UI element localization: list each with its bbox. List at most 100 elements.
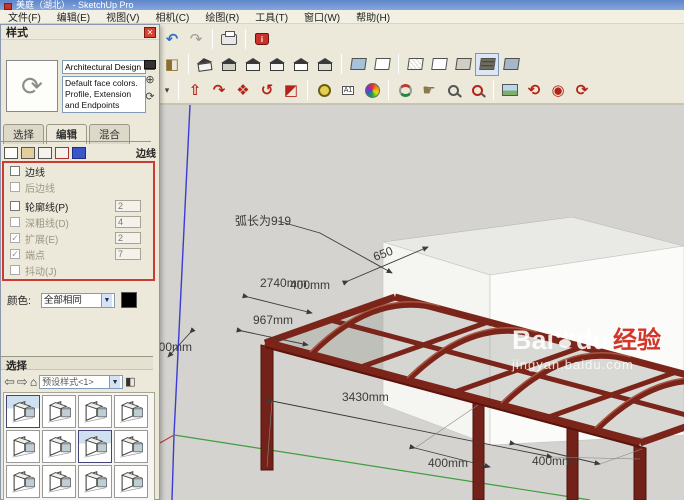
style-thumbnail[interactable]	[6, 395, 40, 428]
move-icon[interactable]: ❖	[231, 79, 255, 102]
menu-edit[interactable]: 编辑(E)	[49, 9, 98, 24]
face-monochrome-icon[interactable]	[499, 53, 523, 76]
menu-help[interactable]: 帮助(H)	[348, 9, 398, 24]
face-xray-icon[interactable]	[346, 53, 370, 76]
watermark-settings-icon[interactable]	[55, 146, 69, 159]
modeling-settings-icon[interactable]	[72, 146, 86, 159]
image-icon[interactable]	[498, 79, 522, 102]
style-description-input[interactable]: Default face colors. Profile, Extension …	[62, 76, 146, 113]
tape-measure-icon[interactable]	[312, 79, 336, 102]
dim-967-label: 967mm	[253, 313, 293, 327]
close-icon[interactable]: ✕	[144, 26, 156, 38]
edge-settings-icon[interactable]	[4, 146, 18, 159]
face-settings-icon[interactable]	[21, 146, 35, 159]
push-pull-icon[interactable]: ⇧	[183, 79, 207, 102]
style-preview-thumbnail[interactable]: ⟳	[6, 60, 58, 112]
endpoints-checkbox[interactable]: ✓	[10, 249, 20, 259]
styles-panel-header[interactable]: 样式 ✕	[1, 25, 159, 40]
background-settings-icon[interactable]	[38, 146, 52, 159]
menu-tools[interactable]: 工具(T)	[247, 9, 296, 24]
profiles-value-input[interactable]: 2	[115, 200, 141, 212]
style-thumbnail[interactable]	[42, 395, 76, 428]
style-thumbnail[interactable]	[114, 395, 148, 428]
chevron-down-icon[interactable]: ▼	[100, 293, 112, 307]
style-thumbnail[interactable]	[114, 430, 148, 463]
back-edges-checkbox[interactable]	[10, 182, 20, 192]
endpoints-value-input[interactable]: 7	[115, 248, 141, 260]
style-thumbnail[interactable]	[114, 465, 148, 498]
edge-color-swatch[interactable]	[120, 292, 137, 308]
depth-cue-checkbox[interactable]	[10, 217, 20, 227]
scale-icon[interactable]: ◩	[279, 79, 303, 102]
redo-icon[interactable]: ↷	[184, 28, 208, 51]
undo-icon[interactable]: ↶	[160, 28, 184, 51]
forward-arrow-icon[interactable]: ⇨	[17, 374, 28, 390]
rotate-icon[interactable]: ↺	[255, 79, 279, 102]
menu-window[interactable]: 窗口(W)	[296, 9, 348, 24]
jitter-checkbox[interactable]	[10, 265, 20, 275]
paint-bucket-icon[interactable]	[360, 79, 384, 102]
profiles-checkbox-label: 轮廓线(P)	[25, 202, 69, 214]
view-previous-icon[interactable]: ⟲	[522, 79, 546, 102]
style-collection-select[interactable]: 预设样式<1> ▼	[39, 374, 124, 389]
secondary-pane-icon[interactable]	[144, 60, 156, 69]
chevron-down-icon[interactable]: ▼	[109, 375, 121, 388]
view-info-icon[interactable]: ◉	[546, 79, 570, 102]
face-back-edges-icon[interactable]	[370, 53, 394, 76]
view-top-icon[interactable]	[217, 53, 241, 76]
view-next-icon[interactable]: ⟳	[570, 79, 594, 102]
model-info-icon[interactable]: i	[250, 28, 274, 51]
update-style-icon[interactable]: ⟳	[145, 92, 154, 103]
menu-camera[interactable]: 相机(C)	[147, 9, 197, 24]
extension-value-input[interactable]: 2	[115, 232, 141, 244]
face-wireframe-icon[interactable]	[403, 53, 427, 76]
color-mode-select[interactable]: 全部相同 ▼	[40, 292, 115, 308]
dim-arc-length-label: 弧长为919	[235, 214, 291, 228]
pan-icon[interactable]: ☛	[417, 79, 441, 102]
view-back-icon[interactable]	[289, 53, 313, 76]
style-thumbnail[interactable]	[78, 465, 112, 498]
edge-setting-row: 深粗线(D) 4	[4, 214, 153, 230]
create-style-icon[interactable]: ⊕	[145, 75, 154, 86]
print-icon[interactable]	[217, 28, 241, 51]
style-thumbnail[interactable]	[42, 430, 76, 463]
dim-3430-label: 3430mm	[342, 390, 389, 404]
home-icon[interactable]: ⌂	[30, 375, 37, 389]
style-collection-value: 预设样式<1>	[42, 376, 94, 387]
toolbar-options-icon[interactable]: ▾	[160, 79, 174, 102]
menu-file[interactable]: 文件(F)	[0, 9, 49, 24]
extension-checkbox[interactable]: ✓	[10, 233, 20, 243]
style-thumbnail[interactable]	[78, 395, 112, 428]
edges-checkbox-label: 边线	[25, 167, 45, 179]
profiles-checkbox[interactable]	[10, 201, 20, 211]
face-hidden-line-icon[interactable]	[427, 53, 451, 76]
menu-view[interactable]: 视图(V)	[98, 9, 147, 24]
depth-cue-value-input[interactable]: 4	[115, 216, 141, 228]
back-arrow-icon[interactable]: ⇦	[4, 374, 15, 390]
details-icon[interactable]: ◧	[125, 375, 135, 388]
menu-bar: 文件(F) 编辑(E) 视图(V) 相机(C) 绘图(R) 工具(T) 窗口(W…	[0, 10, 684, 24]
face-shaded-textures-icon[interactable]	[475, 52, 499, 76]
model-viewport[interactable]: 弧长为919 650 2740mm 400mm 967mm 400mm 3430…	[152, 104, 684, 500]
style-name-input[interactable]: Architectural Design Style	[62, 60, 146, 74]
face-shaded-icon[interactable]	[451, 53, 475, 76]
view-iso-icon[interactable]	[193, 53, 217, 76]
edge-setting-row: ✓ 扩展(E) 2	[4, 230, 153, 246]
style-thumbnail[interactable]	[6, 465, 40, 498]
orbit-icon[interactable]	[393, 79, 417, 102]
view-front-icon[interactable]	[241, 53, 265, 76]
zoom-extents-icon[interactable]	[465, 79, 489, 102]
paint-bucket-partial-icon[interactable]: ◧	[160, 53, 184, 76]
style-thumbnail[interactable]	[6, 430, 40, 463]
edges-checkbox[interactable]	[10, 166, 20, 176]
zoom-icon[interactable]	[441, 79, 465, 102]
follow-me-icon[interactable]: ↷	[207, 79, 231, 102]
dimension-icon[interactable]: A1	[336, 79, 360, 102]
green-axis	[173, 434, 591, 500]
model-canvas[interactable]: 弧长为919 650 2740mm 400mm 967mm 400mm 3430…	[152, 104, 684, 500]
menu-draw[interactable]: 绘图(R)	[197, 9, 247, 24]
style-thumbnail[interactable]	[42, 465, 76, 498]
view-right-icon[interactable]	[265, 53, 289, 76]
view-left-icon[interactable]	[313, 53, 337, 76]
style-thumbnail[interactable]	[78, 430, 112, 463]
